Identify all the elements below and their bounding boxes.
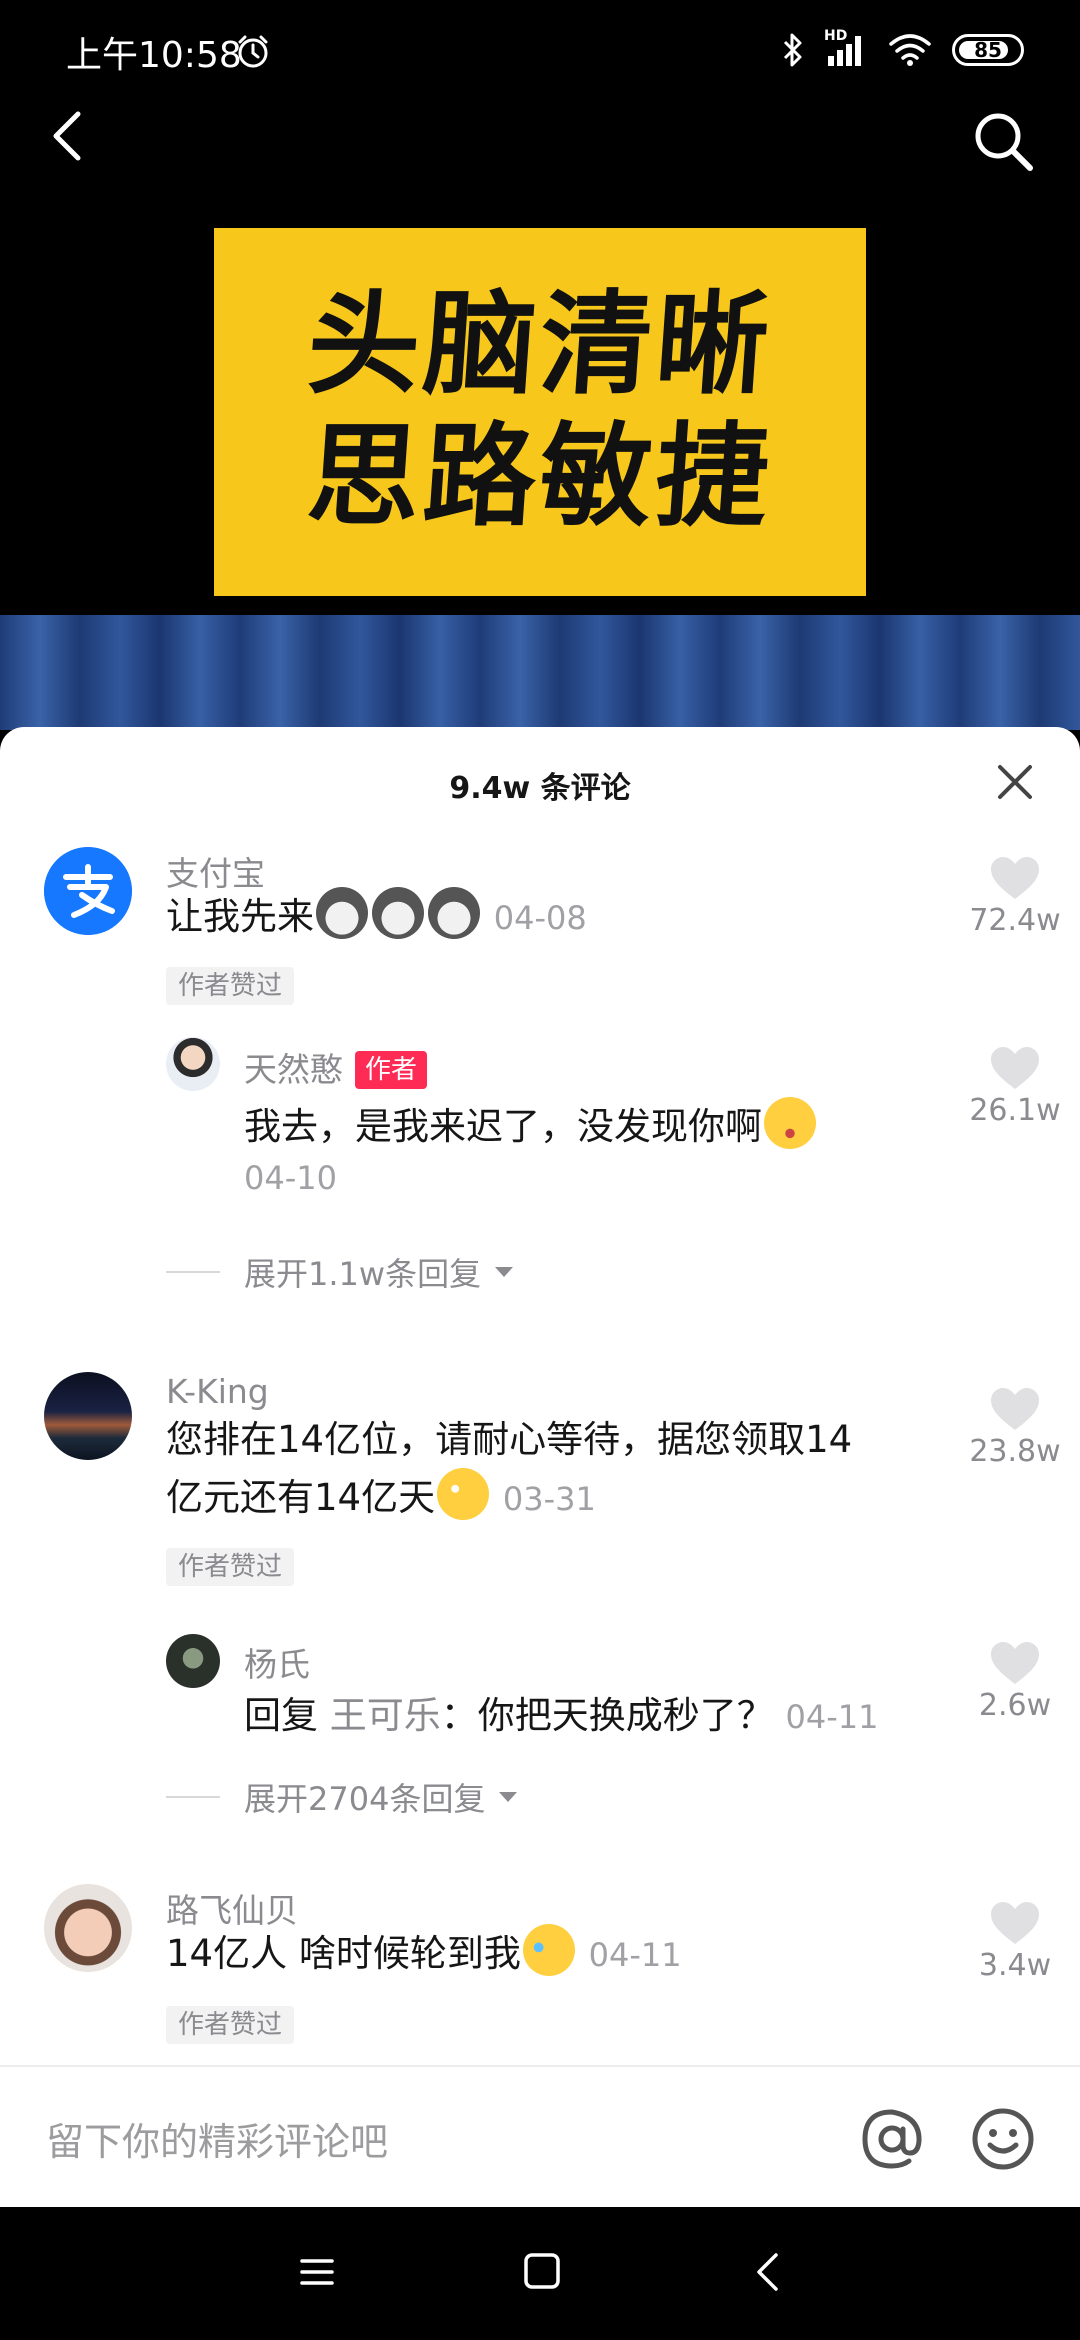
at-icon[interactable]: [858, 2105, 926, 2173]
reply-to-user[interactable]: 王可乐: [330, 1694, 441, 1737]
like-button[interactable]: 3.4w: [955, 1900, 1075, 1983]
reply-username[interactable]: 天然憨: [244, 1050, 343, 1089]
divider: [166, 1271, 220, 1273]
alarm-icon: [238, 35, 268, 68]
comment-text-body: 14亿人 啥时候轮到我: [166, 1932, 521, 1975]
battery-text: 85: [974, 38, 1002, 62]
author-liked-tag: 作者赞过: [166, 967, 295, 1005]
reply-username-row: 天然憨 作者: [244, 1043, 428, 1091]
search-icon[interactable]: [970, 108, 1036, 174]
comment-text: 您排在14亿位，请耐心等待，据您领取14 亿元还有14亿天 03-31: [166, 1412, 926, 1527]
like-button[interactable]: 23.8w: [955, 1386, 1075, 1469]
banner-line-1: 头脑清晰: [303, 280, 777, 411]
chevron-down-icon: [499, 1792, 518, 1802]
status-time: 上午10:58: [66, 35, 242, 76]
dizzy-emoji: [437, 1468, 490, 1520]
comment-text: 让我先来 04-08: [166, 887, 587, 946]
home-icon[interactable]: [522, 2251, 562, 2291]
back-icon[interactable]: [38, 100, 94, 172]
husky-emoji: [428, 887, 480, 939]
emoji-icon[interactable]: [969, 2105, 1037, 2173]
avatar-kking[interactable]: [44, 1372, 132, 1460]
like-button[interactable]: 26.1w: [955, 1045, 1075, 1128]
alipay-logo-icon: [44, 847, 132, 935]
video-background: [0, 615, 1080, 730]
video-banner: 头脑清晰 思路敏捷: [214, 228, 866, 596]
like-count: 23.8w: [969, 1434, 1061, 1469]
like-count: 26.1w: [969, 1093, 1061, 1128]
like-button[interactable]: 2.6w: [955, 1640, 1075, 1723]
back-icon[interactable]: [752, 2251, 782, 2293]
signal-icon: HD: [824, 28, 868, 68]
author-liked-tag: 作者赞过: [166, 2006, 295, 2044]
shocked-emoji: [764, 1097, 816, 1149]
reply-text-body: ：你把天换成秒了？: [440, 1694, 774, 1737]
comment-text-line1: 您排在14亿位，请耐心等待，据您领取14: [166, 1418, 853, 1461]
divider: [166, 1796, 220, 1798]
avatar-lufei[interactable]: [44, 1884, 132, 1972]
banner-line-2: 思路敏捷: [303, 412, 777, 542]
expand-label: 展开2704条回复: [244, 1780, 486, 1818]
reply-time: 04-10: [244, 1159, 337, 1197]
comment-username[interactable]: K-King: [166, 1372, 269, 1411]
wifi-icon: [889, 34, 931, 66]
husky-emoji: [316, 887, 368, 939]
reply-text: 我去，是我来迟了，没发现你啊: [244, 1097, 818, 1155]
heart-icon: [991, 1388, 1039, 1430]
comment-time: 04-11: [588, 1936, 682, 1974]
comment-text-body: 让我先来: [166, 895, 314, 938]
comment-sheet: 9.4w 条评论 支付宝 让我先来 04-08 作者赞过 72.4w 天然憨 作者…: [0, 727, 1080, 2207]
expand-replies-button[interactable]: 展开1.1w条回复: [244, 1249, 515, 1295]
reply-prefix: 回复: [244, 1694, 318, 1737]
status-bar: 上午10:58 HD 85: [0, 0, 1080, 100]
bluetooth-icon: [783, 33, 802, 67]
expand-label: 展开1.1w条回复: [244, 1255, 482, 1293]
close-icon[interactable]: [993, 760, 1037, 804]
like-count: 3.4w: [978, 1948, 1052, 1983]
heart-icon: [991, 1642, 1039, 1684]
heart-icon: [991, 1047, 1039, 1089]
like-count: 2.6w: [978, 1688, 1052, 1723]
heart-icon: [991, 857, 1039, 899]
menu-icon[interactable]: [298, 2253, 336, 2291]
like-button[interactable]: 72.4w: [955, 855, 1075, 938]
laugh-cry-emoji: [522, 1924, 575, 1976]
comment-time: 04-08: [493, 899, 587, 937]
comment-time: 03-31: [502, 1480, 596, 1518]
reply-text: 回复 王可乐：你把天换成秒了？ 04-11: [244, 1688, 879, 1745]
reply-text-body: 我去，是我来迟了，没发现你啊: [244, 1105, 762, 1148]
chevron-down-icon: [495, 1267, 514, 1277]
heart-icon: [991, 1902, 1039, 1944]
video-player[interactable]: 头脑清晰 思路敏捷: [0, 200, 1080, 730]
comment-text: 14亿人 啥时候轮到我 04-11: [166, 1924, 682, 1983]
like-count: 72.4w: [969, 903, 1061, 938]
author-liked-tag: 作者赞过: [166, 1548, 295, 1586]
comment-input-bar: 留下你的精彩评论吧: [0, 2065, 1080, 2207]
comment-input[interactable]: 留下你的精彩评论吧: [46, 2111, 388, 2166]
husky-emoji: [372, 887, 424, 939]
reply-username[interactable]: 杨氏: [244, 1638, 310, 1686]
reply-time: 04-11: [785, 1698, 879, 1736]
avatar-reply[interactable]: [166, 1634, 220, 1688]
battery-icon: 85: [952, 34, 1024, 66]
avatar-alipay[interactable]: [44, 847, 132, 935]
status-icons: HD 85: [782, 28, 1024, 70]
comment-text-line2: 亿元还有14亿天: [166, 1476, 436, 1519]
avatar-reply[interactable]: [166, 1037, 220, 1091]
expand-replies-button[interactable]: 展开2704条回复: [244, 1774, 519, 1820]
author-badge: 作者: [355, 1051, 428, 1089]
system-nav-bar: [0, 2207, 1080, 2340]
sheet-title: 9.4w 条评论: [449, 771, 631, 806]
